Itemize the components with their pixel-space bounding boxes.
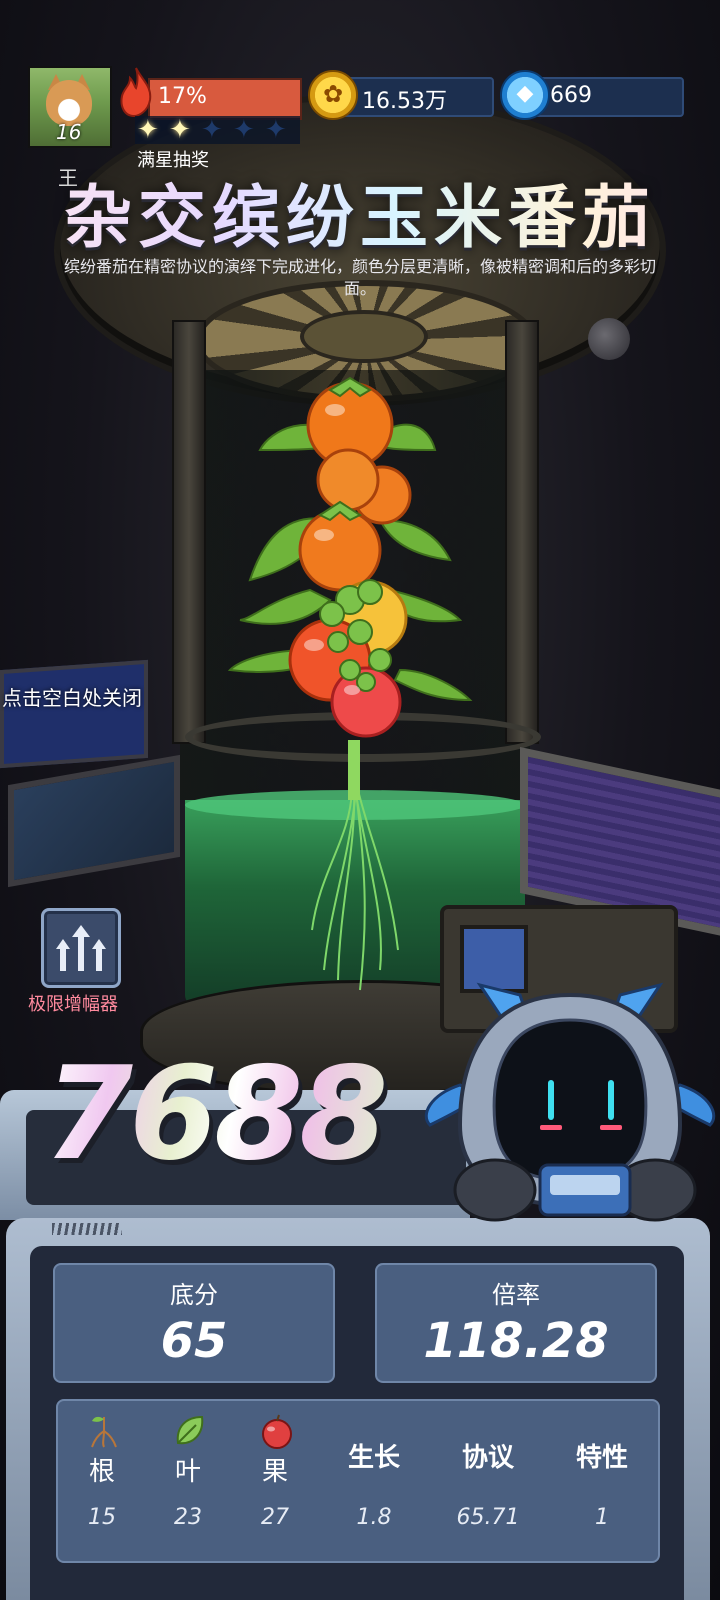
star-empty-icon: ✦	[265, 115, 287, 145]
robot-mascot	[424, 982, 716, 1222]
stat-value: 15	[88, 1505, 116, 1530]
extreme-amplifier-button[interactable]	[41, 908, 121, 988]
player-level: 16	[56, 120, 82, 144]
stat-label: 果	[261, 1457, 288, 1487]
tube-pillar-left	[172, 320, 206, 744]
stat-label: 叶	[174, 1457, 201, 1487]
stat-label: 特性	[575, 1443, 628, 1473]
stat-label: 协议	[461, 1443, 514, 1473]
left-console	[8, 754, 180, 888]
player-avatar[interactable]: 16	[28, 66, 112, 148]
stars-orb-icon	[588, 318, 630, 360]
tap-to-close-hint[interactable]: 点击空白处关闭	[2, 682, 142, 711]
heat-progress-bar: 17%	[148, 78, 302, 120]
star-filled-icon: ✦	[137, 115, 159, 145]
flame-icon	[120, 67, 152, 118]
multiplier-box: 倍率 118.28	[375, 1263, 657, 1383]
star-empty-icon: ✦	[201, 115, 223, 145]
total-score: 7688	[44, 1040, 388, 1189]
panel-stripe	[52, 1223, 122, 1235]
heat-percent: 17%	[158, 84, 207, 109]
star-rating: ✦ ✦ ✦ ✦ ✦	[135, 116, 300, 144]
star-empty-icon: ✦	[233, 115, 255, 145]
base-score-box: 底分 65	[53, 1263, 335, 1383]
item-title: 杂交缤纷玉米番茄	[0, 162, 720, 261]
coin-amount: 16.53万	[362, 89, 447, 114]
stat-value: 1.8	[356, 1505, 392, 1530]
plant-roots	[311, 789, 399, 991]
stat-value: 27	[261, 1505, 289, 1530]
stat-label: 根	[88, 1457, 115, 1487]
tube-pillar-right	[505, 320, 539, 744]
amplifier-label: 极限增幅器	[28, 994, 118, 1015]
attribute-stats: 根 15 叶 23 果 27 生长 1.8 协议 65.71 特性 1	[56, 1399, 660, 1563]
stat-value: 65.71	[456, 1505, 520, 1530]
apple-icon	[262, 1414, 292, 1449]
leaf-icon	[176, 1415, 204, 1445]
ceiling-core	[300, 310, 428, 363]
coin-counter[interactable]: 16.53万	[338, 77, 494, 117]
hybrid-tomato-plant	[227, 376, 473, 991]
star-filled-icon: ✦	[169, 115, 191, 145]
gem-icon: ◆	[500, 70, 550, 120]
base-score-value: 65	[160, 1313, 228, 1369]
stat-value: 23	[174, 1505, 202, 1530]
triple-up-arrow-icon	[56, 925, 106, 971]
gem-amount: 669	[550, 83, 592, 108]
coin-icon: ✿	[308, 70, 358, 120]
stat-label: 生长	[347, 1443, 400, 1473]
base-score-label: 底分	[170, 1281, 218, 1309]
left-monitor	[0, 659, 148, 769]
item-description: 缤纷番茄在精密协议的演绎下完成进化，颜色分层更清晰，像被精密调和后的多彩切面。	[63, 257, 656, 298]
gem-counter[interactable]: 669	[528, 77, 684, 117]
stat-value: 1	[595, 1505, 609, 1530]
root-icon	[91, 1416, 117, 1448]
multiplier-label: 倍率	[492, 1281, 540, 1309]
multiplier-value: 118.28	[423, 1313, 609, 1369]
